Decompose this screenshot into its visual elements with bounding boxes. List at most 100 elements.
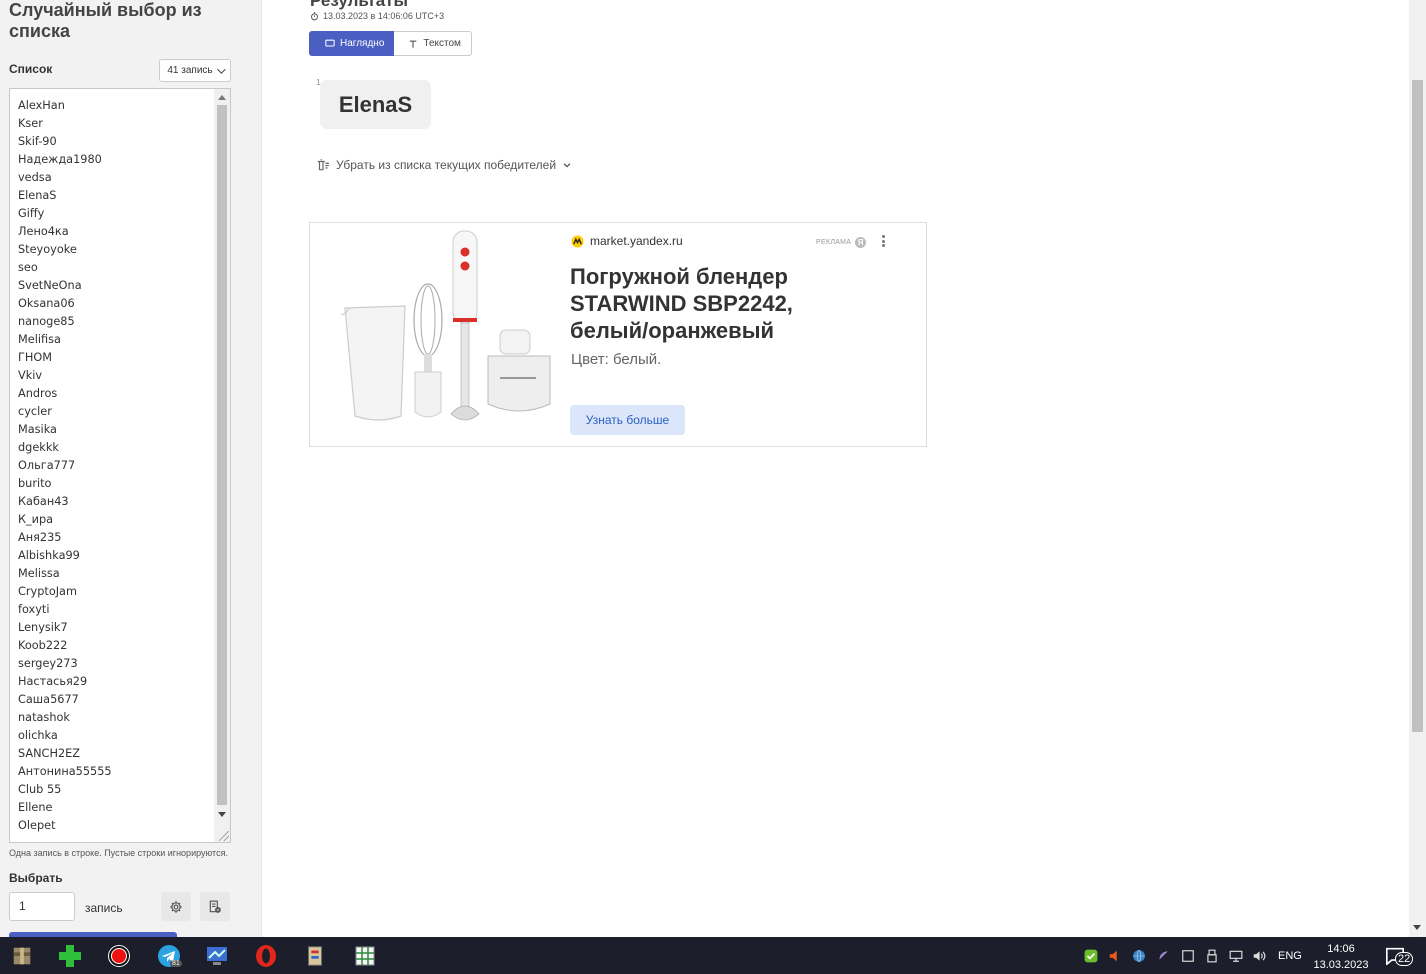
tab-visual-label: Наглядно xyxy=(340,38,385,49)
entries-hint: Одна запись в строке. Пустые строки игно… xyxy=(9,848,228,858)
page-scrollbar[interactable] xyxy=(1409,0,1426,937)
choose-label: Выбрать xyxy=(9,871,63,885)
list-entry: Masika xyxy=(18,423,57,436)
scroll-down-arrow-icon[interactable] xyxy=(1413,925,1421,930)
remove-winners-button[interactable]: Убрать из списка текущих победителей xyxy=(316,158,572,172)
list-entry: ГНОМ xyxy=(18,351,53,364)
system-clock[interactable]: 14:06 13.03.2023 xyxy=(1310,941,1372,973)
list-entry: Melifisa xyxy=(18,333,61,346)
kebab-menu-icon[interactable] xyxy=(881,235,885,247)
chevron-down-icon xyxy=(216,64,226,74)
window-tray-icon[interactable] xyxy=(1181,949,1195,963)
timestamp-text: 13.03.2023 в 14:06:06 UTC+3 xyxy=(323,11,445,21)
notification-count: 22 xyxy=(1395,952,1414,966)
ad-domain-text: market.yandex.ru xyxy=(590,234,683,248)
ad-title[interactable]: Погружной блендер STARWIND SBP2242, белы… xyxy=(570,263,870,344)
list-entry: vedsa xyxy=(18,171,52,184)
ad-subtitle: Цвет: белый. xyxy=(571,351,662,368)
network-tray-icon[interactable] xyxy=(1229,949,1243,963)
tab-visual[interactable]: Наглядно xyxy=(309,31,395,56)
app-title: Случайный выбор из списка xyxy=(9,0,202,41)
exclusions-button[interactable] xyxy=(200,892,230,921)
scroll-up-arrow-icon[interactable] xyxy=(218,95,226,100)
page-scroll-thumb[interactable] xyxy=(1412,80,1423,732)
ad-domain[interactable]: market.yandex.ru xyxy=(571,234,683,248)
choose-unit-label: запись xyxy=(85,901,123,915)
list-entry: CryptoJam xyxy=(18,585,77,598)
list-entry: Vkiv xyxy=(18,369,43,382)
language-indicator[interactable]: ENG xyxy=(1278,950,1302,962)
notebook-app-icon[interactable] xyxy=(303,944,327,968)
list-entry: Skif-90 xyxy=(18,135,57,148)
list-entry: Lenysik7 xyxy=(18,621,68,634)
remote-desktop-app-icon[interactable] xyxy=(205,944,229,968)
ad-label-text: Реклама xyxy=(816,239,852,246)
list-entry: foxyti xyxy=(18,603,50,616)
list-entry: Настасья29 xyxy=(18,675,88,688)
list-entry: Кабан43 xyxy=(18,495,69,508)
list-entry: dgekkk xyxy=(18,441,59,454)
feather-tray-icon[interactable] xyxy=(1156,949,1170,963)
ad-learn-more-button[interactable]: Узнать больше xyxy=(570,405,685,435)
volume-tray-icon[interactable] xyxy=(1252,949,1266,963)
list-entry: Саша5677 xyxy=(18,693,79,706)
ad-block[interactable]: market.yandex.ru Реклама Я Погружной бле… xyxy=(309,222,927,447)
scroll-down-arrow-icon[interactable] xyxy=(218,812,226,817)
clock-time: 14:06 xyxy=(1327,943,1355,955)
shield-check-tray-icon[interactable] xyxy=(1084,949,1098,963)
entries-list: AlexHan Kser Skif-90 Надежда1980 vedsa ElenaS… xyxy=(18,97,208,835)
list-entry: Ellene xyxy=(18,801,53,814)
list-entry: nanoge85 xyxy=(18,315,75,328)
list-entry: Антонина55555 xyxy=(18,765,112,778)
list-entry: Koob222 xyxy=(18,639,68,652)
network-globe-tray-icon[interactable] xyxy=(1132,949,1146,963)
list-entry: Ольга777 xyxy=(18,459,76,472)
list-scroll-thumb[interactable] xyxy=(217,105,227,805)
winner-card: ElenaS xyxy=(320,80,431,129)
usb-drive-tray-icon[interactable] xyxy=(1205,949,1219,963)
choose-count-input[interactable]: 1 xyxy=(9,892,75,921)
results-title: Результаты xyxy=(310,0,409,10)
list-entry: ElenaS xyxy=(18,189,57,202)
result-timestamp: 13.03.2023 в 14:06:06 UTC+3 xyxy=(310,11,444,21)
entry-count-select[interactable]: 41 запись xyxy=(159,59,231,82)
gear-icon xyxy=(170,900,182,913)
trash-list-icon xyxy=(317,159,329,171)
list-label: Список xyxy=(9,62,53,76)
list-scrollbar[interactable] xyxy=(214,89,230,842)
archive-app-icon[interactable] xyxy=(10,944,34,968)
spreadsheet-app-icon[interactable] xyxy=(353,944,377,968)
stopwatch-icon xyxy=(311,11,318,20)
telegram-app-icon[interactable]: 81 xyxy=(157,944,182,968)
remove-winners-label: Убрать из списка текущих победителей xyxy=(336,158,557,172)
list-entry: burito xyxy=(18,477,52,490)
list-entry: olichka xyxy=(18,729,58,742)
tab-text[interactable]: Текстом xyxy=(394,31,472,56)
taskbar: 81 ENG 14:06 13.03.2023 22 xyxy=(0,937,1426,974)
list-entry: Надежда1980 xyxy=(18,153,102,166)
list-entry: natashok xyxy=(18,711,70,724)
list-entry: seo xyxy=(18,261,38,274)
list-entry: Oksana06 xyxy=(18,297,75,310)
resize-grip-icon[interactable] xyxy=(219,831,229,841)
list-entry: Andros xyxy=(18,387,58,400)
tab-text-label: Текстом xyxy=(423,38,461,49)
list-entry: Olepet xyxy=(18,819,56,832)
list-entry: Лено4ка xyxy=(18,225,69,238)
settings-button[interactable] xyxy=(161,892,191,921)
entry-count-value: 41 запись xyxy=(167,65,213,76)
clock-date: 13.03.2023 xyxy=(1313,959,1369,971)
opera-browser-icon[interactable] xyxy=(254,944,278,968)
speaker-tray-icon[interactable] xyxy=(1108,949,1122,963)
list-entry: SvetNeOna xyxy=(18,279,82,292)
list-entry: Giffy xyxy=(18,207,45,220)
blender-product-image[interactable] xyxy=(335,228,555,443)
notification-center-button[interactable]: 22 xyxy=(1385,946,1414,968)
medical-cross-app-icon[interactable] xyxy=(58,944,82,968)
telegram-badge: 81 xyxy=(170,960,182,967)
record-app-icon[interactable] xyxy=(107,944,131,968)
sidebar: Случайный выбор из списка Список 41 запи… xyxy=(0,0,262,937)
list-entry: SANCH2EZ xyxy=(18,747,81,760)
entries-textarea[interactable]: AlexHan Kser Skif-90 Надежда1980 vedsa ElenaS… xyxy=(9,88,231,843)
list-entry: sergey273 xyxy=(18,657,78,670)
